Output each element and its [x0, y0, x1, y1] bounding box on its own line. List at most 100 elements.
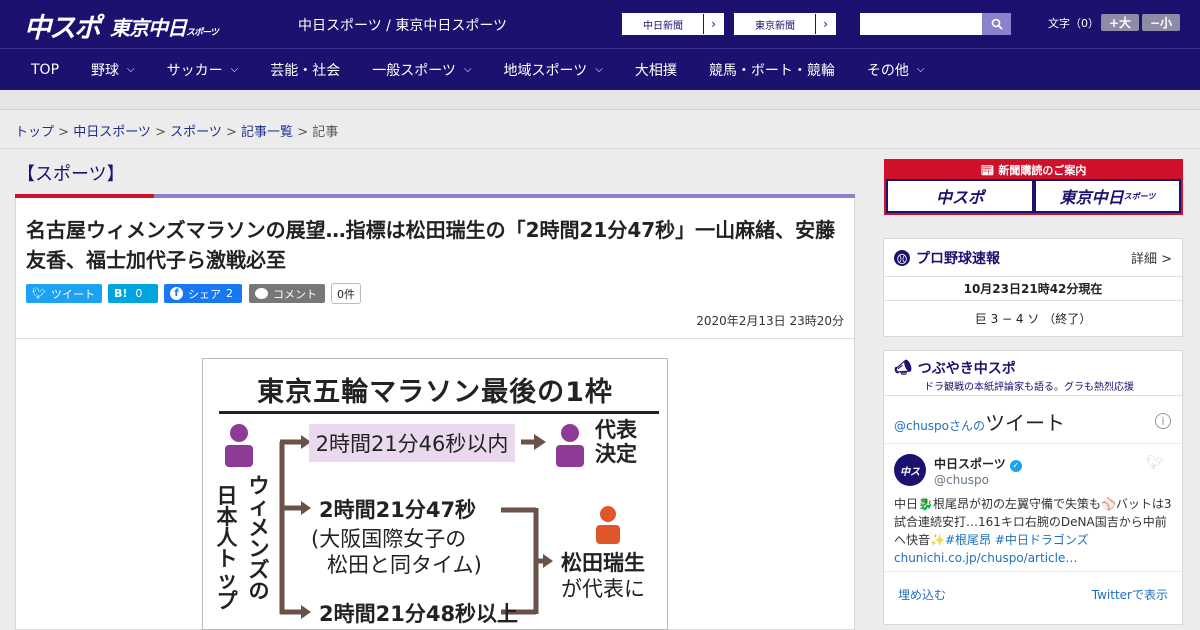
comment-button[interactable]: コメント — [249, 284, 325, 303]
nav-item[interactable]: 野球 ⌵ — [75, 49, 151, 91]
chevron-down-icon: ⌵ — [916, 64, 925, 75]
nav-spacer — [0, 90, 1200, 110]
nav-item-label: TOP — [31, 61, 60, 78]
result1-line1: 代表 — [595, 418, 637, 442]
facebook-share-count: 2 — [226, 287, 233, 300]
person-icon — [556, 424, 584, 467]
tsubuyaki-title: 📣︎ つぶやき中スポ — [894, 358, 1016, 378]
breadcrumb-current: 記事 — [312, 125, 339, 140]
breadcrumb-article-list[interactable]: 記事一覧 — [241, 125, 293, 140]
megaphone-icon: 📣︎ — [894, 360, 912, 376]
chevron-down-icon: ⌵ — [463, 64, 472, 75]
time-row3: 2時間21分48秒以上 — [319, 602, 519, 626]
chevron-right-icon: › — [703, 14, 723, 34]
comment-label: コメント — [273, 287, 317, 301]
figure-content: 東京五輪マラソン最後の1枠 ウィメンズの 日本人トップ 2時間21分46秒以内 … — [209, 366, 661, 629]
baseball-box-title-text: プロ野球速報 — [916, 251, 1000, 267]
chevron-down-icon: ⌵ — [595, 64, 603, 75]
nav-item-label: 地域スポーツ — [503, 62, 588, 79]
avatar[interactable]: 中ス — [894, 454, 926, 486]
baseball-detail-link[interactable]: 詳細 > — [1131, 248, 1172, 267]
hatena-icon: B! — [114, 287, 128, 300]
search-input[interactable] — [860, 13, 982, 35]
nav-item[interactable]: 芸能・社会 — [254, 49, 356, 91]
article-date: 2020年2月13日 23時20分 — [696, 314, 844, 328]
subscription-banner-title-text: 新聞購読のご案内 — [998, 164, 1087, 177]
ad-tokyo-chunichi-small: スポーツ — [1123, 191, 1156, 201]
facebook-share-button[interactable]: f シェア 2 — [164, 284, 242, 303]
font-bigger-button[interactable]: +大 — [1101, 14, 1139, 31]
chevron-right-icon: › — [815, 14, 835, 34]
embed-link[interactable]: 埋め込む — [898, 586, 946, 603]
nav-item[interactable]: その他 ⌵ — [851, 49, 941, 91]
divider — [884, 300, 1182, 301]
breadcrumb-sep: > — [226, 125, 242, 140]
result2-line2: が代表に — [561, 577, 645, 601]
comment-bubble-icon — [255, 288, 268, 299]
article-figure: 東京五輪マラソン最後の1枠 ウィメンズの 日本人トップ 2時間21分46秒以内 … — [202, 358, 668, 630]
breadcrumb-sep: > — [155, 125, 171, 140]
search-icon — [991, 18, 1003, 30]
tweets-label: ツイート — [985, 411, 1066, 435]
article-card: 名古屋ウィメンズマラソンの展望…指標は松田瑞生の「2時間21分47秒」一山麻緒、… — [15, 198, 855, 630]
nav-item[interactable]: サッカー ⌵ — [151, 49, 255, 91]
nav-item[interactable]: TOP — [0, 49, 75, 91]
info-icon[interactable]: i — [1155, 413, 1171, 429]
section-title: 【スポーツ】 — [17, 164, 125, 185]
breadcrumb-top[interactable]: トップ — [15, 125, 54, 140]
twitter-bird-icon[interactable]: 🐦︎ — [1146, 455, 1164, 471]
tweet-account-name[interactable]: 中日スポーツ ✓ — [934, 455, 1022, 472]
nav-item[interactable]: 競馬・ボート・競輪 — [693, 49, 851, 91]
hatena-bookmark-button[interactable]: B! 0 — [108, 284, 158, 303]
facebook-icon: f — [170, 287, 183, 300]
tweets-by-label[interactable]: @chuspoさんのツイート — [894, 407, 1065, 436]
nav-item-label: 一般スポーツ — [372, 62, 456, 79]
font-smaller-button[interactable]: −小 — [1142, 14, 1180, 31]
baseball-scores-box: ⚾︎ プロ野球速報 詳細 > 10月23日21時42分現在 巨 3 − 4 ソ （… — [883, 238, 1183, 337]
breadcrumb-sports[interactable]: スポーツ — [170, 125, 222, 140]
tweet-hashtags[interactable]: #根尾昂 #中日ドラゴンズ — [945, 533, 1089, 547]
tweet-text: 中日🐉根尾昂が初の左翼守備で失策も⚾バットは3試合連続安打…161キロ右腕のDe… — [894, 495, 1174, 549]
nav-item[interactable]: 地域スポーツ ⌵ — [488, 49, 619, 91]
tweet-link[interactable]: chunichi.co.jp/chuspo/article… — [894, 549, 1174, 567]
breadcrumb-chunichi-sports[interactable]: 中日スポーツ — [73, 125, 151, 140]
baseball-score-row[interactable]: 巨 3 − 4 ソ （終了） — [884, 310, 1182, 327]
divider — [884, 571, 1182, 572]
facebook-share-label: シェア — [188, 287, 221, 301]
divider — [884, 443, 1182, 444]
tsubuyaki-subtitle: ドラ観戦の本紙評論家も語る。グラも熱烈応援 — [924, 382, 1134, 393]
tweets-by-handle: @chuspoさんの — [894, 419, 986, 433]
baseball-icon: ⚾︎ — [894, 250, 910, 266]
chevron-down-icon: ⌵ — [230, 64, 239, 75]
divider — [884, 395, 1182, 396]
tweet-account-handle[interactable]: @chuspo — [934, 473, 989, 487]
chunichi-shimbun-link[interactable]: 中日新聞 › — [622, 13, 724, 35]
chuspo-logo[interactable]: 中スポ — [24, 6, 101, 45]
chevron-down-icon: ⌵ — [127, 64, 135, 75]
person-icon — [596, 506, 620, 544]
main-nav: TOP 野球 ⌵ サッカー ⌵ 芸能・社会 一般スポーツ ⌵ 地域スポーツ ⌵ 大相撲 競馬・ボート・… — [0, 48, 1200, 90]
top-header: 中スポ 東京中日スポーツ 中日スポーツ / 東京中日スポーツ 中日新聞 › 東京… — [0, 0, 1200, 48]
search-button[interactable] — [982, 13, 1011, 35]
divider — [16, 338, 854, 339]
tokyo-chunichi-logo[interactable]: 東京中日スポーツ — [110, 12, 219, 41]
breadcrumb-sep: > — [297, 125, 313, 140]
font-size-label: 文字（0） — [1048, 17, 1099, 30]
breadcrumb-sep: > — [58, 125, 74, 140]
result1-line2: 決定 — [595, 442, 637, 466]
ad-chuspo[interactable]: 中スポ — [888, 181, 1032, 211]
tokyo-chunichi-logo-text: 東京中日 — [110, 16, 187, 40]
nav-item-label: 芸能・社会 — [270, 62, 341, 79]
article-headline: 名古屋ウィメンズマラソンの展望…指標は松田瑞生の「2時間21分47秒」一山麻緒、… — [26, 218, 836, 272]
nav-item[interactable]: 大相撲 — [619, 49, 693, 91]
time-row2-note2: 松田と同タイム) — [327, 553, 482, 577]
tokyo-chunichi-logo-small: スポーツ — [186, 28, 219, 38]
nav-item[interactable]: 一般スポーツ ⌵ — [356, 49, 487, 91]
tweet-label: ツイート — [50, 287, 95, 301]
nav-item-label: 大相撲 — [634, 62, 677, 79]
ad-tokyo-chunichi[interactable]: 東京中日 スポーツ — [1036, 181, 1179, 211]
view-on-twitter-link[interactable]: Twitterで表示 — [1092, 586, 1168, 603]
tokyo-shimbun-link[interactable]: 東京新聞 › — [734, 13, 836, 35]
twitter-timeline-box: 📣︎ つぶやき中スポ ドラ観戦の本紙評論家も語る。グラも熱烈応援 @chuspoさ… — [883, 350, 1183, 625]
tweet-button[interactable]: 🐦︎ ツイート — [26, 284, 102, 303]
